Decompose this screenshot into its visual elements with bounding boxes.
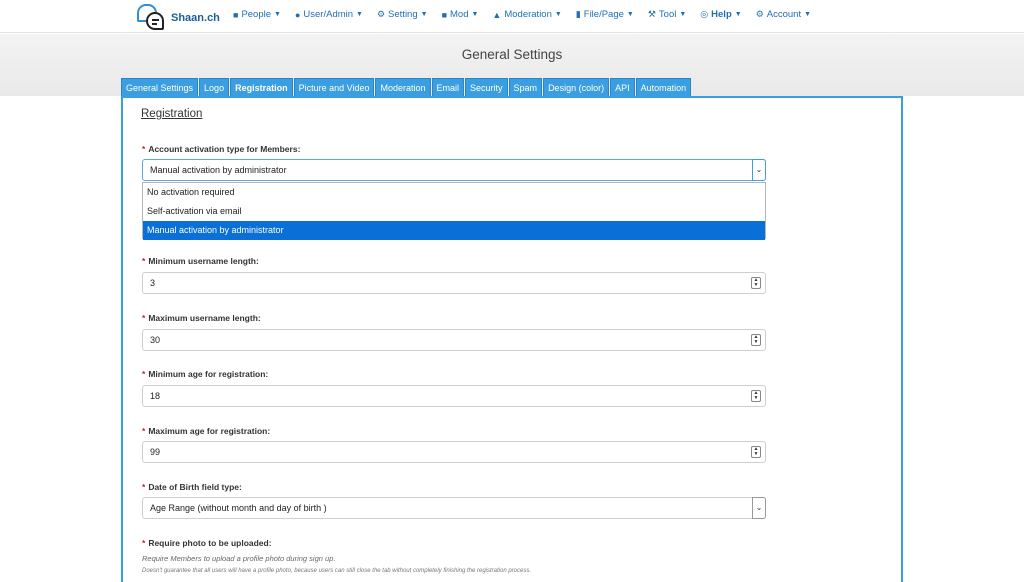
require-photo-note: Doesn't guarantee that all users will ha… [142, 568, 532, 574]
caret-down-icon: ▼ [274, 11, 281, 18]
require-photo-help: Require Members to upload a profile phot… [142, 554, 336, 563]
tab-spam[interactable]: Spam [508, 78, 543, 96]
max-username-input[interactable]: 30 ▲ ▼ [142, 329, 766, 351]
dropdown-option[interactable]: Self-activation via email [143, 202, 765, 221]
gear-icon: ⚙ [376, 9, 386, 19]
top-navbar: Shaan.ch ■ People ▼ ● User/Admin ▼ ⚙ Setting ▼ ■ M… [0, 0, 1024, 33]
cog-icon: ⚙ [755, 9, 764, 19]
max-age-label: * Maximum age for registration: [142, 426, 271, 436]
min-username-label: * Minimum username length: [142, 256, 259, 266]
chevron-down-icon[interactable]: ⌄ [752, 159, 766, 181]
min-username-value: 3 [150, 278, 156, 288]
people-icon: ■ [233, 9, 239, 20]
dropdown-option[interactable]: Manual activation by administrator [143, 221, 765, 240]
nav-item-label: User/Admin [303, 9, 354, 20]
puzzle-icon: ■ [441, 9, 447, 20]
section-title: Registration [141, 108, 203, 120]
wrench-icon: ⚒ [647, 9, 656, 19]
nav-item-setting[interactable]: ⚙ Setting ▼ [377, 9, 428, 20]
settings-tabs: General Settings Logo Registration Picture … [121, 78, 692, 96]
max-age-input[interactable]: 99 ▲ ▼ [142, 441, 766, 463]
nav-item-mod[interactable]: ■ Mod ▼ [442, 9, 479, 20]
main-nav: ■ People ▼ ● User/Admin ▼ ⚙ Setting ▼ ■ Mod ▼ ▲ Moder… [233, 9, 825, 20]
chat-bubbles-icon [137, 4, 167, 32]
nav-item-label: Help [711, 9, 732, 20]
nav-item-user-admin[interactable]: ● User/Admin ▼ [295, 9, 363, 20]
nav-item-label: Setting [388, 9, 418, 20]
tab-general-settings[interactable]: General Settings [121, 78, 199, 96]
page-title: General Settings [461, 47, 563, 62]
nav-item-label: Mod [450, 9, 469, 20]
require-photo-label: * Require photo to be uploaded: [142, 538, 272, 548]
tab-registration[interactable]: Registration [230, 78, 293, 96]
stepper-icon[interactable]: ▲ ▼ [751, 334, 761, 346]
caret-down-icon: ▼ [471, 11, 479, 18]
dob-type-value: Age Range (without month and day of birt… [150, 503, 327, 513]
caret-down-icon: ▼ [420, 11, 428, 18]
activation-dropdown: No activation required Self-activation vi… [142, 182, 766, 240]
min-username-input[interactable]: 3 ▲ ▼ [142, 272, 766, 294]
tab-api[interactable]: API [610, 78, 635, 96]
max-age-value: 99 [150, 447, 161, 457]
dob-type-label: * Date of Birth field type: [142, 482, 242, 492]
nav-item-label: Moderation [504, 9, 552, 20]
dob-type-select[interactable]: Age Range (without month and day of birt… [142, 497, 766, 519]
caret-down-icon: ▼ [734, 11, 742, 18]
nav-item-label: File/Page [583, 9, 624, 20]
user-shield-icon: ▲ [492, 9, 502, 20]
nav-item-account[interactable]: ⚙ Account ▼ [756, 9, 811, 20]
caret-down-icon: ▼ [554, 11, 562, 18]
nav-item-label: Tool [658, 9, 677, 20]
nav-item-moderation[interactable]: ▲ Moderation ▼ [492, 9, 561, 20]
nav-item-people[interactable]: ■ People ▼ [233, 9, 281, 20]
caret-down-icon: ▼ [356, 11, 363, 18]
activation-select[interactable]: Manual activation by administrator ⌄ [142, 159, 766, 181]
stepper-icon[interactable]: ▲ ▼ [751, 446, 761, 458]
activation-select-value: Manual activation by administrator [150, 165, 287, 175]
stepper-icon[interactable]: ▲ ▼ [751, 277, 761, 289]
brand-name: Shaan.ch [171, 12, 220, 24]
brand-logo[interactable]: Shaan.ch [137, 4, 220, 32]
nav-item-label: People [241, 9, 272, 20]
tab-email[interactable]: Email [431, 78, 465, 96]
tab-picture-and-video[interactable]: Picture and Video [293, 78, 375, 96]
nav-item-help[interactable]: ◎ Help ▼ [700, 9, 741, 20]
caret-down-icon: ▼ [626, 11, 634, 18]
min-age-label: * Minimum age for registration: [142, 369, 269, 379]
nav-item-tool[interactable]: ⚒ Tool ▼ [648, 9, 686, 20]
max-username-value: 30 [150, 335, 161, 345]
user-icon: ● [294, 9, 301, 20]
file-icon: ▮ [575, 9, 581, 19]
max-username-label: * Maximum username length: [142, 313, 261, 323]
nav-item-file-page[interactable]: ▮ File/Page ▼ [576, 9, 634, 20]
dropdown-option[interactable]: No activation required [143, 183, 765, 202]
caret-down-icon: ▼ [679, 11, 687, 18]
activation-label: * Account activation type for Members: [142, 144, 301, 154]
stepper-icon[interactable]: ▲ ▼ [751, 390, 761, 402]
lifebuoy-icon: ◎ [700, 9, 709, 19]
min-age-input[interactable]: 18 ▲ ▼ [142, 385, 766, 407]
min-age-value: 18 [150, 391, 161, 401]
chevron-down-icon[interactable]: ⌄ [752, 497, 766, 519]
tab-moderation[interactable]: Moderation [375, 78, 431, 96]
tab-design-color[interactable]: Design (color) [543, 78, 610, 96]
caret-down-icon: ▼ [804, 11, 812, 18]
tab-security[interactable]: Security [465, 78, 508, 96]
tab-logo[interactable]: Logo [199, 78, 230, 96]
nav-item-label: Account [766, 9, 802, 20]
tab-automation[interactable]: Automation [635, 78, 692, 96]
